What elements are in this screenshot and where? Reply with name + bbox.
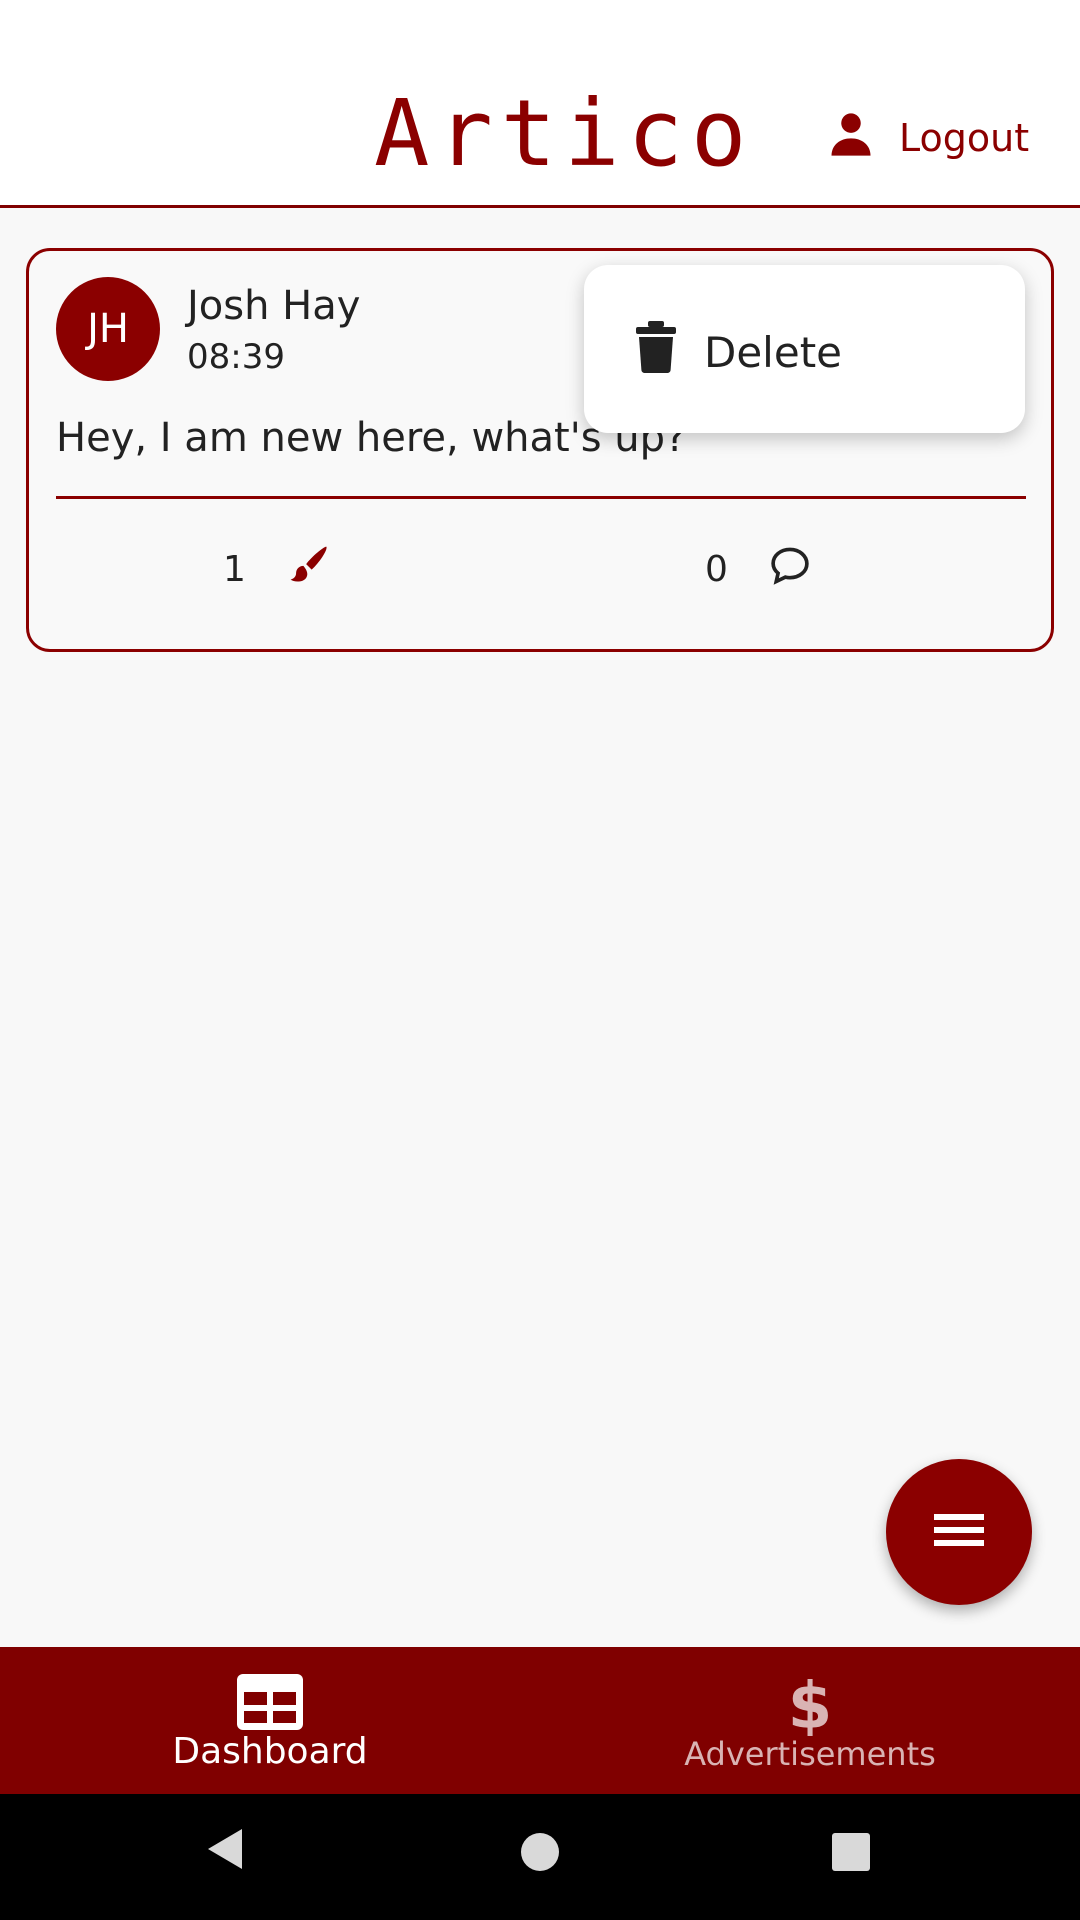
logout-label: Logout <box>899 116 1030 160</box>
comments-count: 0 <box>705 549 728 590</box>
likes-button[interactable]: 1 <box>223 543 330 596</box>
trash-icon <box>636 321 676 383</box>
nav-advertisements[interactable]: $ Advertisements <box>540 1647 1080 1794</box>
post-time: 08:39 <box>187 337 285 377</box>
post-context-menu: Delete <box>584 265 1025 433</box>
back-icon[interactable] <box>204 1826 244 1876</box>
table-icon <box>237 1674 303 1734</box>
post-divider <box>56 496 1026 499</box>
delete-label: Delete <box>704 327 842 377</box>
dollar-icon: $ <box>788 1670 833 1744</box>
menu-icon <box>934 1510 984 1554</box>
svg-text:$: $ <box>788 1674 832 1736</box>
nav-dashboard[interactable]: Dashboard <box>0 1647 540 1794</box>
nav-advertisements-label: Advertisements <box>684 1735 936 1773</box>
brush-icon <box>286 543 330 596</box>
post-author: Josh Hay <box>187 283 361 329</box>
person-icon <box>825 108 877 169</box>
recents-icon[interactable] <box>831 1832 871 1876</box>
system-navigation-bar <box>0 1794 1080 1920</box>
comments-button[interactable]: 0 <box>705 543 812 596</box>
menu-fab-button[interactable] <box>886 1459 1032 1605</box>
nav-dashboard-label: Dashboard <box>172 1731 368 1772</box>
logout-button[interactable]: Logout <box>825 108 1029 168</box>
comment-icon <box>768 543 812 596</box>
app-header: Artico Logout <box>0 0 1080 208</box>
delete-menu-item[interactable]: Delete <box>636 321 842 383</box>
app-title: Artico <box>374 80 755 187</box>
bottom-nav: Dashboard $ Advertisements <box>0 1647 1080 1794</box>
home-icon[interactable] <box>520 1832 560 1876</box>
avatar[interactable]: JH <box>56 277 160 381</box>
likes-count: 1 <box>223 549 246 590</box>
